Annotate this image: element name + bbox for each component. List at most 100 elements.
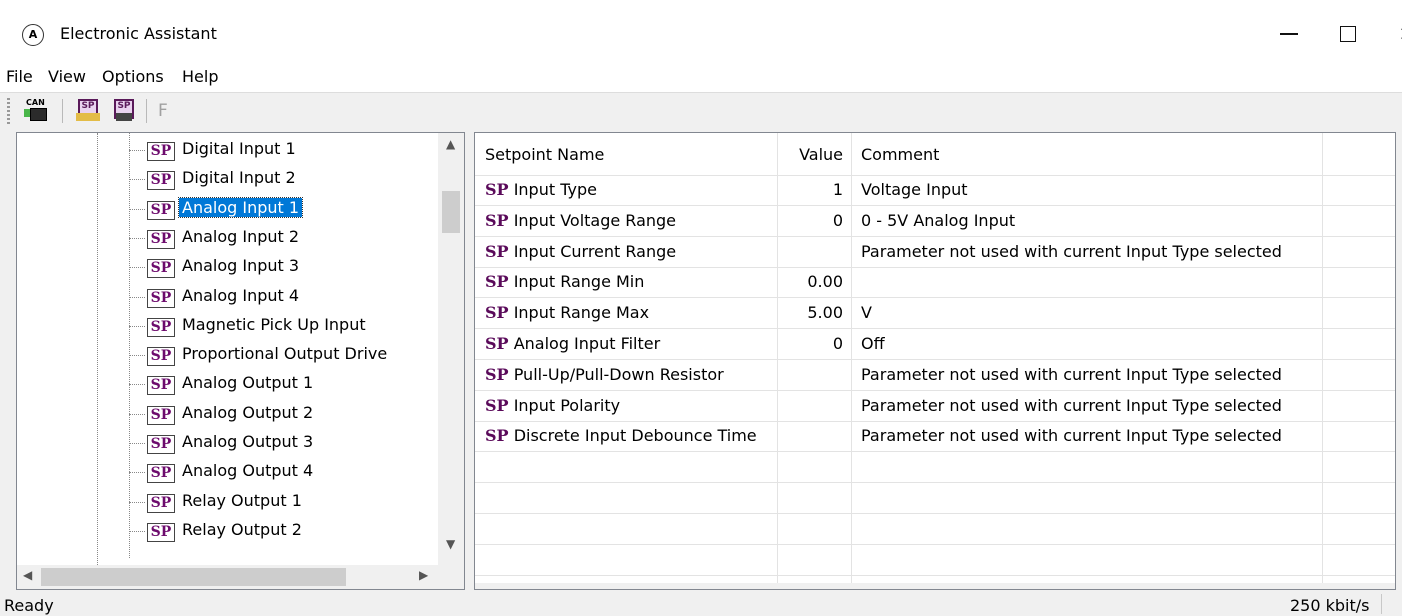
title-bar: A Electronic Assistant ✕ — [0, 0, 1402, 66]
tree-connector — [129, 413, 145, 415]
setpoint-comment: 0 - 5V Analog Input — [861, 210, 1016, 230]
setpoint-prefix: SP — [485, 303, 509, 323]
empty-row — [475, 452, 1395, 484]
tree-item-label: Analog Output 4 — [182, 461, 314, 481]
app-logo-icon: A — [22, 24, 44, 46]
scroll-down-icon[interactable]: ▼ — [446, 537, 455, 551]
header-setpoint-name[interactable]: Setpoint Name — [485, 145, 604, 164]
grid-bottom-edge — [475, 583, 1395, 589]
setpoint-row[interactable]: SP Input Type 1 Voltage Input — [475, 175, 1395, 206]
folder-icon — [76, 113, 100, 121]
setpoint-row[interactable]: SP Pull-Up/Pull-Down Resistor Parameter n… — [475, 360, 1395, 391]
setpoint-icon: SP — [147, 200, 175, 220]
setpoint-name: Input Current Range — [513, 241, 677, 261]
setpoint-icon: SP — [147, 317, 175, 337]
tree-item-label: Analog Output 1 — [182, 373, 314, 393]
menu-help[interactable]: Help — [182, 67, 218, 86]
setpoint-row[interactable]: SP Input Voltage Range 0 0 - 5V Analog Inp… — [475, 206, 1395, 237]
tree-item-label: Digital Input 1 — [182, 139, 296, 158]
scrollbar-corner — [438, 565, 464, 589]
tree-connector — [129, 355, 145, 357]
tree-horizontal-scrollbar[interactable]: ◀ ▶ — [17, 565, 438, 589]
setpoint-name-cell: SP Analog Input Filter — [485, 334, 660, 353]
scroll-left-icon[interactable]: ◀ — [23, 568, 32, 582]
toolbar-grip[interactable] — [7, 98, 10, 124]
window-title: Electronic Assistant — [60, 24, 217, 43]
save-setpoint-file-button[interactable]: SP — [114, 99, 136, 121]
maximize-button[interactable] — [1325, 14, 1371, 54]
scroll-thumb[interactable] — [442, 191, 460, 233]
header-comment[interactable]: Comment — [861, 145, 939, 164]
status-separator — [1381, 594, 1382, 614]
tree-connector — [129, 296, 145, 298]
close-button[interactable]: ✕ — [1384, 14, 1402, 54]
disk-icon — [116, 113, 132, 121]
setpoint-value[interactable]: 5.00 — [775, 303, 843, 322]
setpoint-grid[interactable]: Setpoint Name Value Comment SP Input Typ… — [474, 132, 1396, 590]
pane-splitter[interactable] — [465, 132, 474, 588]
setpoint-value[interactable]: 1 — [775, 180, 843, 199]
setpoint-comment: Parameter not used with current Input Ty… — [861, 364, 1282, 384]
setpoint-icon: SP — [147, 288, 175, 308]
scroll-thumb[interactable] — [41, 568, 346, 586]
can-connect-button[interactable]: CAN — [24, 98, 47, 121]
tree-item-label: Analog Input 3 — [182, 256, 300, 276]
setpoint-name-cell: SP Input Range Max — [485, 303, 649, 322]
menu-bar: File View Options Help — [0, 62, 1402, 92]
baud-rate-status: 250 kbit/s — [1290, 596, 1370, 615]
setpoint-icon: SP — [147, 435, 175, 454]
tree-item-label: Magnetic Pick Up Input — [182, 314, 366, 334]
empty-row — [475, 483, 1395, 514]
tree-connector — [129, 325, 145, 327]
tree-connector — [129, 237, 145, 239]
setpoint-icon: SP — [147, 171, 175, 191]
menu-file[interactable]: File — [6, 67, 33, 86]
setpoint-row[interactable]: SP Input Polarity Parameter not used with… — [475, 391, 1395, 422]
setpoint-prefix: SP — [485, 210, 509, 230]
tree-item-label: Proportional Output Drive — [182, 344, 388, 364]
setpoint-icon: SP — [147, 464, 175, 484]
setpoint-group-tree[interactable]: SP Digital Input 1 SP Digital Input 2 SP Anal… — [16, 132, 465, 590]
setpoint-name-cell: SP Input Voltage Range — [485, 211, 676, 230]
setpoint-row[interactable]: SP Input Range Min 0.00 — [475, 267, 1395, 299]
setpoint-prefix: SP — [485, 364, 509, 384]
scroll-right-icon[interactable]: ▶ — [419, 568, 428, 582]
header-value[interactable]: Value — [775, 145, 843, 164]
tree-item-label: Analog Output 3 — [182, 432, 314, 451]
setpoint-name: Input Range Max — [513, 303, 650, 323]
setpoint-comment: Parameter not used with current Input Ty… — [861, 426, 1282, 446]
setpoint-value[interactable]: 0 — [775, 211, 843, 230]
setpoint-prefix: SP — [485, 334, 509, 353]
setpoint-name-cell: SP Discrete Input Debounce Time — [485, 426, 757, 445]
tree-connector — [129, 150, 145, 151]
setpoint-name: Analog Input Filter — [513, 334, 661, 353]
setpoint-row[interactable]: SP Analog Input Filter 0 Off — [475, 329, 1395, 360]
tree-item-label: Analog Output 2 — [182, 402, 314, 422]
tree-guide-line — [97, 133, 98, 589]
close-icon: ✕ — [1399, 22, 1402, 46]
setpoint-comment: Parameter not used with current Input Ty… — [861, 241, 1282, 261]
tree-connector — [129, 179, 145, 181]
tree-item-label: Relay Output 1 — [182, 490, 302, 510]
tree-guide-line — [129, 133, 130, 558]
app-window: A Electronic Assistant ✕ File View Optio… — [0, 0, 1402, 616]
setpoint-icon: SP — [147, 522, 175, 542]
menu-view[interactable]: View — [48, 67, 86, 86]
monitor-icon — [30, 108, 47, 121]
toolbar-separator — [146, 99, 147, 123]
setpoint-value[interactable]: 0 — [775, 334, 843, 353]
open-setpoint-file-button[interactable]: SP — [76, 99, 100, 121]
setpoint-name: Input Polarity — [513, 395, 621, 415]
setpoint-name: Input Range Min — [513, 272, 645, 292]
setpoint-icon: SP — [147, 259, 175, 279]
setpoint-name-cell: SP Pull-Up/Pull-Down Resistor — [485, 365, 724, 384]
menu-options[interactable]: Options — [102, 67, 164, 86]
setpoint-row[interactable]: SP Input Current Range Parameter not used… — [475, 237, 1395, 268]
minimize-button[interactable] — [1266, 14, 1312, 54]
setpoint-row[interactable]: SP Discrete Input Debounce Time Parameter… — [475, 421, 1395, 453]
setpoint-comment: V — [861, 303, 872, 323]
setpoint-row[interactable]: SP Input Range Max 5.00 V — [475, 298, 1395, 330]
tree-vertical-scrollbar[interactable]: ▲ ▼ — [438, 133, 464, 565]
setpoint-value[interactable]: 0.00 — [775, 272, 843, 291]
scroll-up-icon[interactable]: ▲ — [446, 137, 455, 151]
